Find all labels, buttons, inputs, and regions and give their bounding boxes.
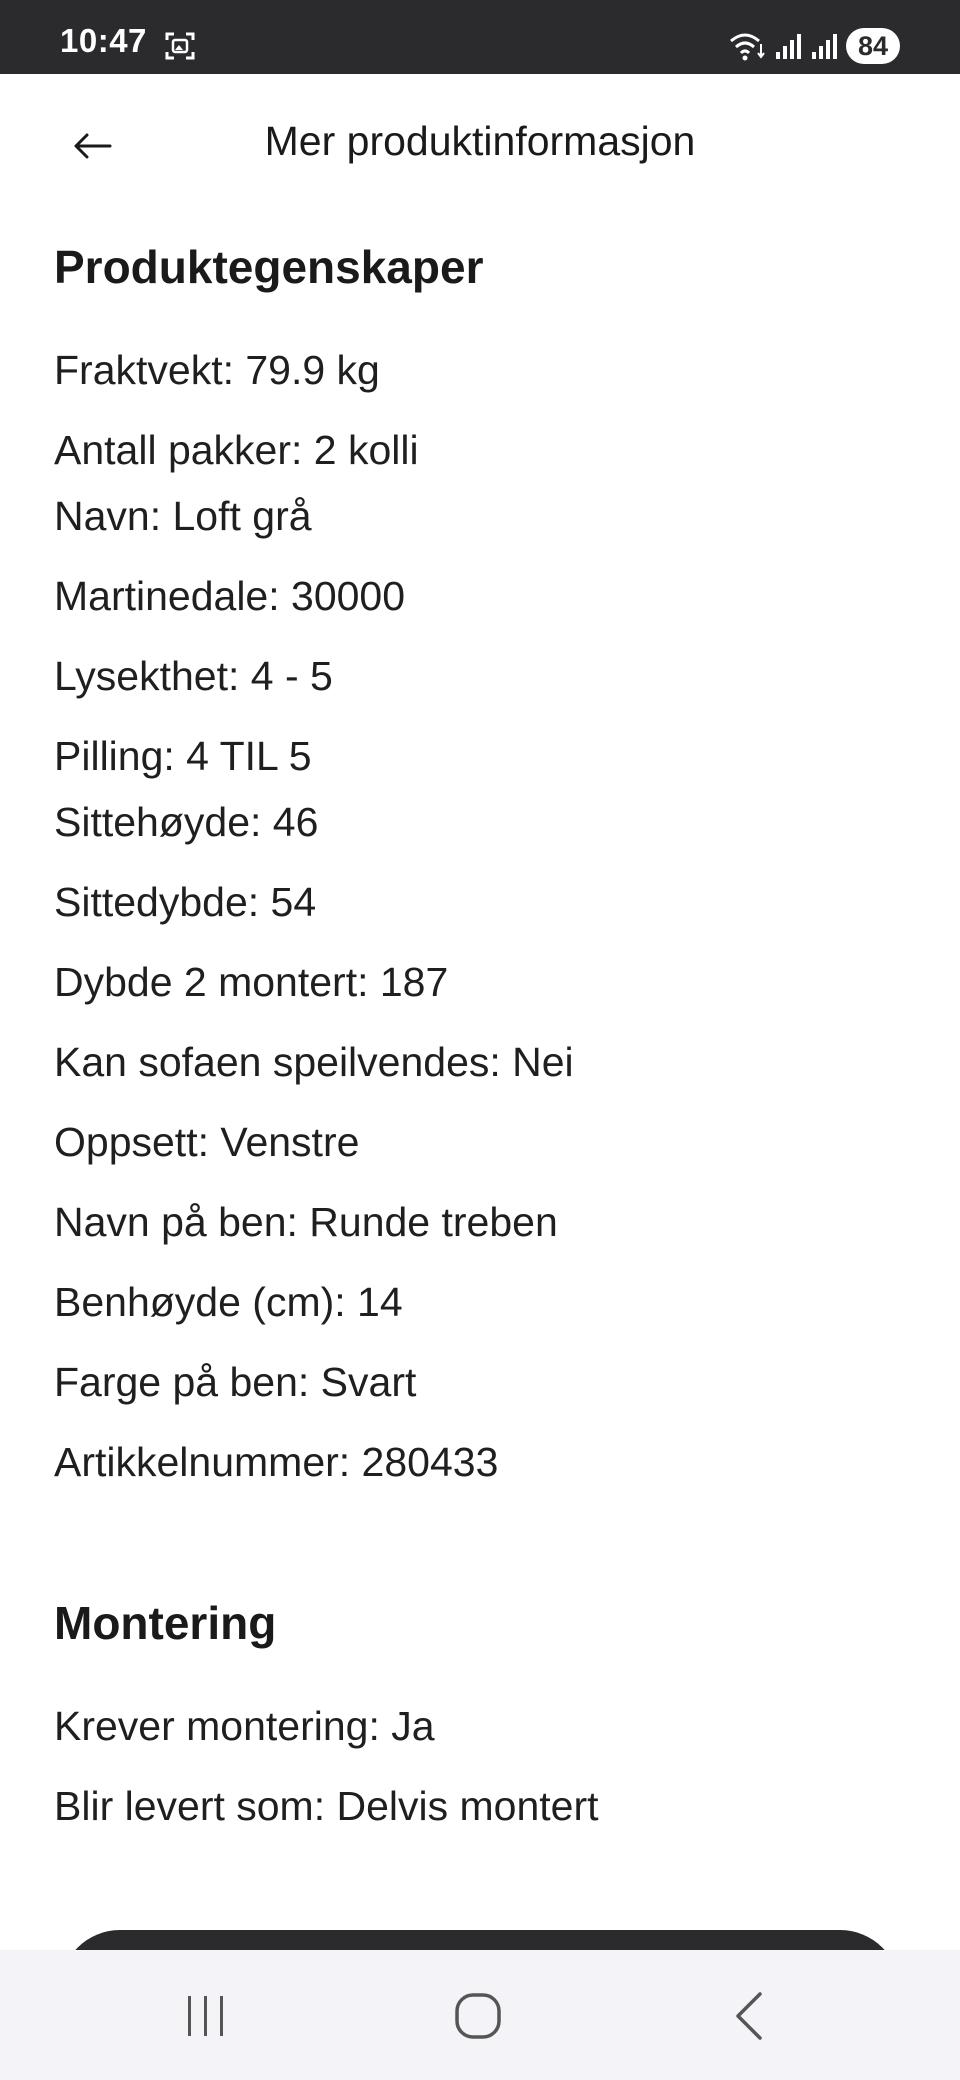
- battery-badge: 84: [846, 28, 900, 64]
- status-time: 10:47: [60, 22, 147, 59]
- app-header: Mer produktinformasjon: [0, 74, 960, 214]
- system-nav-bar: [0, 1950, 960, 2080]
- wifi-icon: [728, 30, 766, 67]
- signal-icon: [774, 32, 802, 65]
- home-icon[interactable]: [452, 1990, 504, 2047]
- list-item: Kan sofaen speilvendes: Nei: [54, 1039, 574, 1085]
- list-item: Oppsett: Venstre: [54, 1119, 360, 1165]
- list-item: Pilling: 4 TIL 5: [54, 733, 312, 779]
- list-item: Navn på ben: Runde treben: [54, 1199, 558, 1245]
- signal-icon: [810, 32, 838, 65]
- list-item: Fraktvekt: 79.9 kg: [54, 347, 380, 393]
- list-item: Dybde 2 montert: 187: [54, 959, 449, 1005]
- recent-apps-icon[interactable]: [184, 1994, 228, 2043]
- list-item: Navn: Loft grå: [54, 493, 312, 539]
- list-item: Martinedale: 30000: [54, 573, 406, 619]
- list-item: Sittehøyde: 46: [54, 799, 319, 845]
- list-item: Sittedybde: 54: [54, 879, 317, 925]
- section-heading-produktegenskaper: Produktegenskaper: [54, 241, 484, 293]
- back-icon[interactable]: [730, 1990, 766, 2047]
- list-item: Artikkelnummer: 280433: [54, 1439, 499, 1485]
- list-item: Benhøyde (cm): 14: [54, 1279, 403, 1325]
- screenshot-icon: [164, 30, 196, 67]
- page-title: Mer produktinformasjon: [264, 118, 696, 164]
- list-item: Farge på ben: Svart: [54, 1359, 417, 1405]
- list-item: Krever montering: Ja: [54, 1703, 435, 1749]
- section-heading-montering: Montering: [54, 1597, 277, 1649]
- list-item: Antall pakker: 2 kolli: [54, 427, 419, 473]
- list-item: Lysekthet: 4 - 5: [54, 653, 333, 699]
- status-bar: 10:47 84: [0, 0, 960, 74]
- list-item: Blir levert som: Delvis montert: [54, 1783, 599, 1829]
